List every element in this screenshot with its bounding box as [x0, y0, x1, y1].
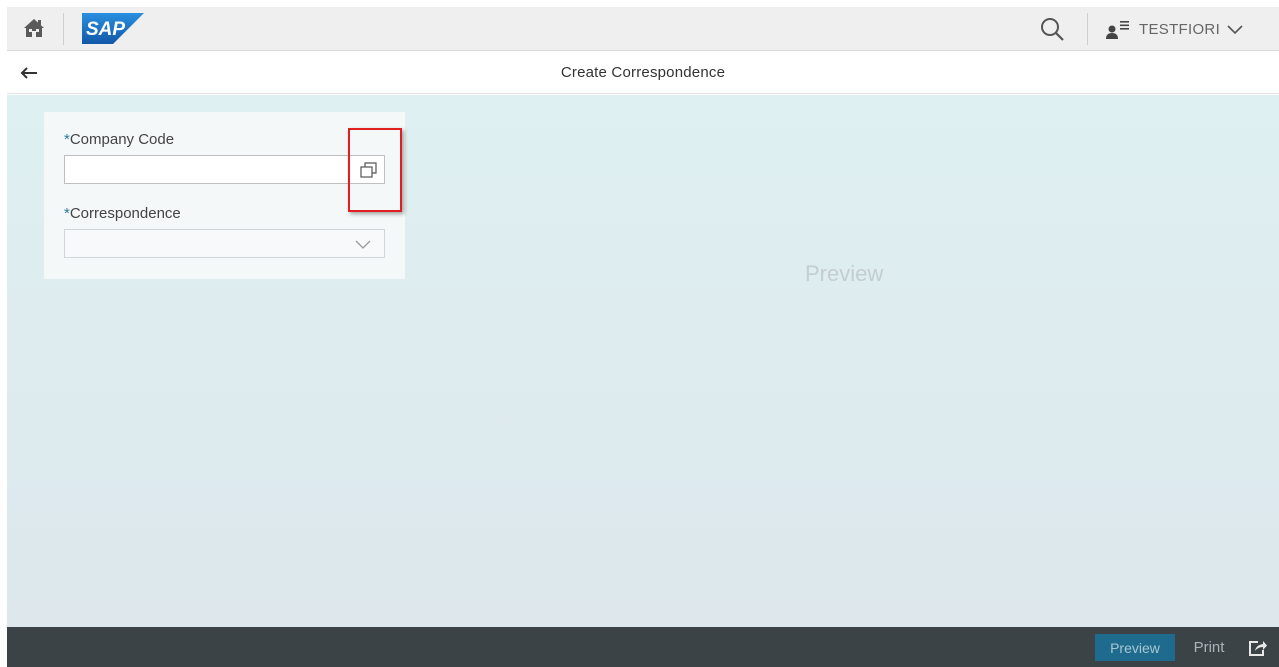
- sap-logo[interactable]: SAP: [82, 13, 144, 44]
- search-button[interactable]: [1037, 15, 1067, 43]
- form-panel: *Company Code *Correspondence: [44, 112, 405, 279]
- app-shell: SAP TESTFIORI Create Correspondence *Com…: [7, 7, 1279, 667]
- search-icon: [1041, 18, 1064, 41]
- company-code-field: [64, 155, 385, 184]
- back-button[interactable]: [17, 62, 41, 84]
- header-divider: [63, 13, 64, 45]
- user-name: TESTFIORI: [1139, 20, 1221, 38]
- value-help-button[interactable]: [358, 160, 380, 180]
- back-arrow-icon: [20, 67, 37, 79]
- preview-button[interactable]: Preview: [1095, 634, 1175, 661]
- user-menu[interactable]: TESTFIORI: [1105, 15, 1244, 43]
- page-title: Create Correspondence: [560, 64, 726, 81]
- preview-placeholder: Preview: [805, 261, 884, 286]
- header-divider: [1087, 13, 1088, 45]
- share-icon: [1249, 640, 1267, 656]
- correspondence-select[interactable]: [64, 229, 385, 258]
- chevron-down-icon: [1227, 25, 1243, 35]
- sap-logo-text: SAP: [86, 19, 125, 40]
- company-code-label-text: Company Code: [69, 131, 175, 148]
- share-button[interactable]: [1245, 635, 1271, 660]
- shell-header: SAP TESTFIORI: [7, 7, 1279, 51]
- page-header: Create Correspondence: [7, 52, 1279, 94]
- correspondence-label: *Correspondence: [64, 205, 181, 222]
- home-button[interactable]: [21, 15, 47, 41]
- user-menu-icon: [1106, 21, 1129, 39]
- company-code-input[interactable]: [65, 156, 351, 183]
- content-area: *Company Code *Correspondence Preview: [7, 95, 1279, 627]
- home-icon: [24, 19, 44, 37]
- chevron-down-icon: [355, 240, 371, 249]
- value-help-icon: [360, 162, 377, 178]
- footer-toolbar: Preview Print: [7, 627, 1279, 667]
- print-button[interactable]: Print: [1183, 634, 1235, 661]
- correspondence-label-text: Correspondence: [69, 205, 181, 222]
- company-code-label: *Company Code: [64, 131, 174, 148]
